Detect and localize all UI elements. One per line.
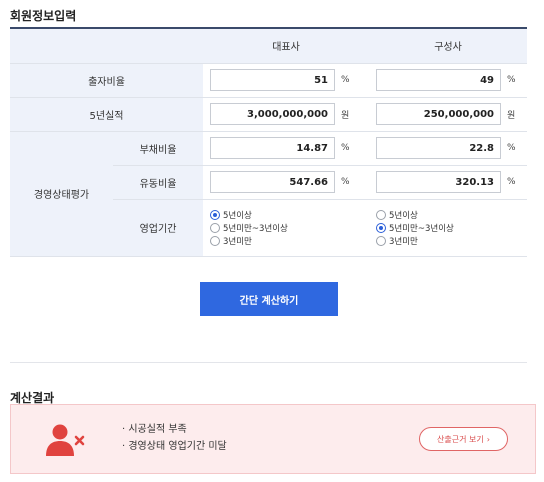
operating-period-label: 영업기간 <box>113 199 203 257</box>
equity-ratio-row: 출자비율 % % <box>10 63 527 98</box>
rep-debt-ratio-input[interactable] <box>210 137 335 159</box>
member-period-option[interactable]: 5년미만~3년이상 <box>376 222 519 234</box>
unit-label: % <box>341 177 350 187</box>
unit-label: 원 <box>341 110 350 121</box>
option-label: 3년미만 <box>223 236 252 247</box>
simple-calculate-button[interactable]: 간단 계산하기 <box>200 282 338 316</box>
equity-ratio-label: 출자비율 <box>10 63 203 98</box>
header-blank <box>10 27 203 64</box>
member-five-year-record-input[interactable] <box>376 103 501 125</box>
radio-icon[interactable] <box>210 209 220 220</box>
option-label: 5년미만~3년이상 <box>223 223 288 234</box>
chevron-right-icon: › <box>486 434 490 444</box>
header-member: 구성사 <box>369 27 527 64</box>
five-year-record-row: 5년실적 원 원 <box>10 97 527 132</box>
unit-label: % <box>507 75 516 85</box>
option-label: 5년이상 <box>389 210 418 221</box>
unit-label: % <box>507 177 516 187</box>
member-input-title: 회원정보입력 <box>10 9 77 23</box>
management-evaluation-label: 경영상태평가 <box>10 131 113 257</box>
result-messages: 시공실적 부족 경영상태 영업기간 미달 <box>122 421 227 455</box>
rep-period-option[interactable]: 5년미만~3년이상 <box>210 222 361 234</box>
unit-label: % <box>341 143 350 153</box>
unit-label: % <box>507 143 516 153</box>
debt-ratio-label: 부채비율 <box>113 131 203 166</box>
rep-period-option[interactable]: 3년미만 <box>210 235 361 247</box>
option-label: 3년미만 <box>389 236 418 247</box>
option-label: 5년미만~3년이상 <box>389 223 454 234</box>
liquidity-ratio-label: 유동비율 <box>113 165 203 200</box>
unit-label: 원 <box>507 110 516 121</box>
rep-equity-ratio-input[interactable] <box>210 69 335 91</box>
radio-icon[interactable] <box>376 235 386 246</box>
result-message: 시공실적 부족 <box>122 421 227 438</box>
five-year-record-label: 5년실적 <box>10 97 203 132</box>
debt-ratio-row: 경영상태평가 부채비율 % % <box>10 131 527 257</box>
header-representative: 대표사 <box>203 27 369 64</box>
table-header-row: 대표사 구성사 <box>10 27 527 64</box>
member-period-option[interactable]: 5년이상 <box>376 209 519 221</box>
rep-operating-period-radios: 5년이상 5년미만~3년이상 3년미만 <box>210 209 361 247</box>
reason-button-label: 산출근거 보기 <box>437 434 484 444</box>
result-panel: 시공실적 부족 경영상태 영업기간 미달 산출근거 보기 › <box>10 404 536 474</box>
view-calculation-basis-button[interactable]: 산출근거 보기 › <box>419 427 508 451</box>
rep-five-year-record-input[interactable] <box>210 103 335 125</box>
rep-period-option[interactable]: 5년이상 <box>210 209 361 221</box>
member-operating-period-radios: 5년이상 5년미만~3년이상 3년미만 <box>376 209 519 247</box>
member-equity-ratio-input[interactable] <box>376 69 501 91</box>
member-input-table: 대표사 구성사 출자비율 % % 5년실적 원 원 경영상태평가 부채비율 % … <box>10 27 527 257</box>
unit-label: % <box>341 75 350 85</box>
user-error-icon <box>46 424 85 456</box>
member-debt-ratio-input[interactable] <box>376 137 501 159</box>
member-liquidity-ratio-input[interactable] <box>376 171 501 193</box>
rep-liquidity-ratio-input[interactable] <box>210 171 335 193</box>
result-message: 경영상태 영업기간 미달 <box>122 438 226 455</box>
section-divider <box>10 362 527 363</box>
radio-icon[interactable] <box>210 235 220 246</box>
radio-icon[interactable] <box>376 222 386 233</box>
radio-icon[interactable] <box>376 209 386 220</box>
option-label: 5년이상 <box>223 210 252 221</box>
member-period-option[interactable]: 3년미만 <box>376 235 519 247</box>
radio-icon[interactable] <box>210 222 220 233</box>
